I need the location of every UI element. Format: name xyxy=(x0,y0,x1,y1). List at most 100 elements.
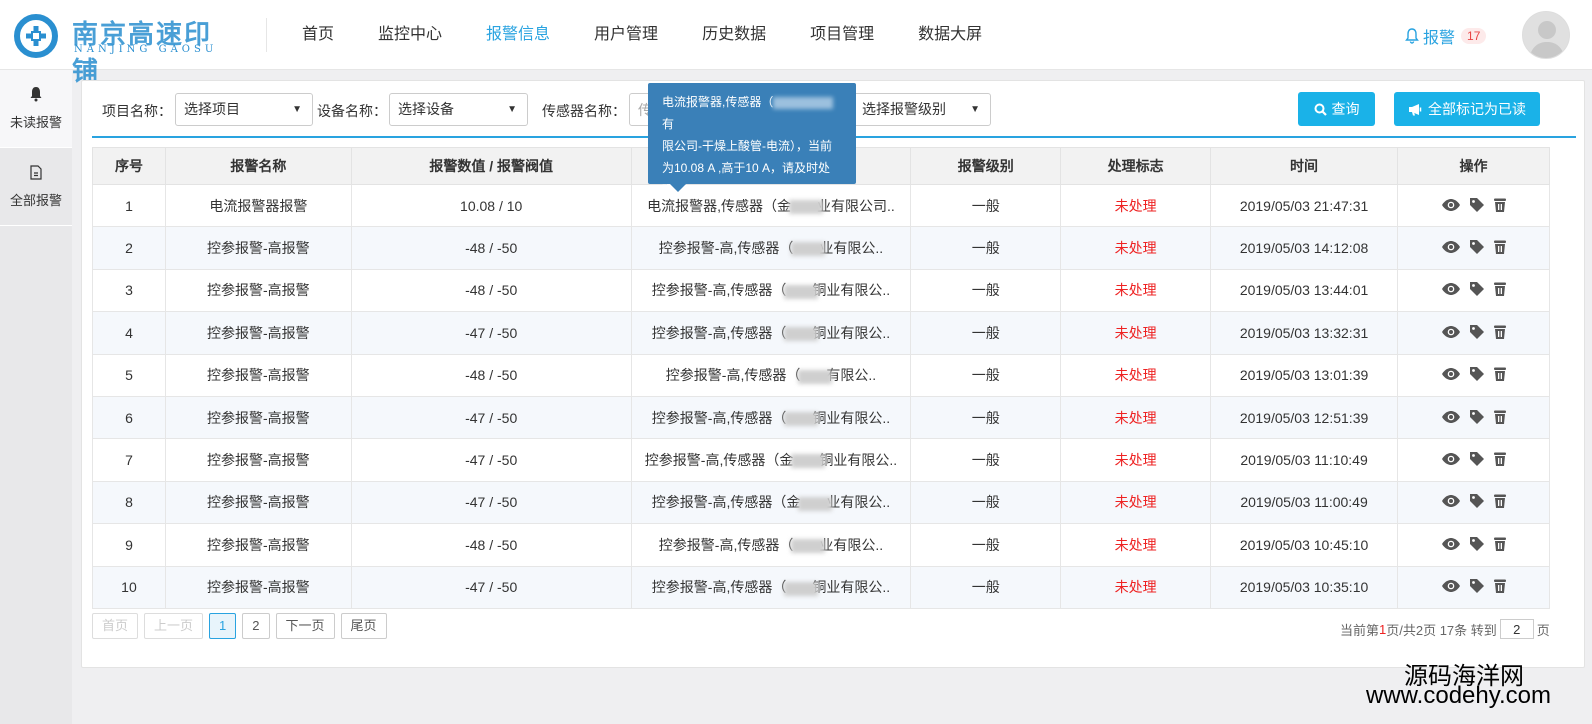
row-alarm-desc[interactable]: 控参报警-高,传感器（ 铜业有限公.. xyxy=(630,311,912,355)
col-header-actions: 操作 xyxy=(1397,147,1550,185)
nav-monitor[interactable]: 监控中心 xyxy=(356,0,464,70)
row-alarm-value: -47 / -50 xyxy=(350,311,632,355)
view-eye-icon[interactable] xyxy=(1441,282,1461,296)
tag-icon[interactable] xyxy=(1469,366,1485,382)
row-alarm-desc[interactable]: 控参报警-高,传感器（ 铜业有限公.. xyxy=(630,565,912,609)
view-eye-icon[interactable] xyxy=(1441,579,1461,593)
row-alarm-name: 控参报警-高报警 xyxy=(164,226,352,270)
view-eye-icon[interactable] xyxy=(1441,410,1461,424)
trash-icon[interactable] xyxy=(1493,281,1507,297)
row-status: 未处理 xyxy=(1060,268,1212,313)
tag-icon[interactable] xyxy=(1469,239,1485,255)
tag-icon[interactable] xyxy=(1469,493,1485,509)
row-alarm-value: -48 / -50 xyxy=(350,353,632,397)
view-eye-icon[interactable] xyxy=(1441,537,1461,551)
row-status: 未处理 xyxy=(1060,395,1212,440)
logo[interactable]: 南京高速印铺 NANJING GAOSU xyxy=(14,12,234,87)
project-select[interactable]: 选择项目 ▼ xyxy=(175,93,313,126)
row-level: 一般 xyxy=(910,565,1062,609)
page-2-button[interactable]: 2 xyxy=(242,613,270,639)
row-alarm-value: -47 / -50 xyxy=(350,480,632,525)
trash-icon[interactable] xyxy=(1493,324,1507,340)
trash-icon[interactable] xyxy=(1493,366,1507,382)
query-button[interactable]: 查询 xyxy=(1298,92,1375,126)
col-header-no: 序号 xyxy=(92,147,166,185)
tag-icon[interactable] xyxy=(1469,281,1485,297)
row-alarm-desc[interactable]: 控参报警-高,传感器（ 业有限公.. xyxy=(630,226,912,270)
sidebar-item-all[interactable]: 全部报警 xyxy=(0,148,72,226)
row-status: 未处理 xyxy=(1060,226,1212,270)
view-eye-icon[interactable] xyxy=(1441,198,1461,212)
row-alarm-desc[interactable]: 控参报警-高,传感器（ 业有限公.. xyxy=(630,523,912,567)
trash-icon[interactable] xyxy=(1493,493,1507,509)
alarm-link[interactable]: 报警 17 xyxy=(1405,24,1487,48)
row-time: 2019/05/03 13:44:01 xyxy=(1210,268,1398,313)
tag-icon[interactable] xyxy=(1469,409,1485,425)
row-alarm-value: -48 / -50 xyxy=(350,523,632,567)
row-no: 9 xyxy=(92,523,166,567)
view-eye-icon[interactable] xyxy=(1441,367,1461,381)
nav-users[interactable]: 用户管理 xyxy=(572,0,680,70)
tag-icon[interactable] xyxy=(1469,578,1485,594)
nav-alarms[interactable]: 报警信息 xyxy=(464,0,572,70)
pagination: 首页 上一页 1 2 下一页 尾页 xyxy=(92,613,387,639)
page-first-button[interactable]: 首页 xyxy=(92,613,139,639)
row-desc-pre: 控参报警-高,传感器（ xyxy=(651,282,787,299)
caret-down-icon: ▼ xyxy=(292,104,302,115)
mark-all-read-button[interactable]: 全部标记为已读 xyxy=(1394,92,1540,126)
row-alarm-desc[interactable]: 控参报警-高,传感器（ 铜业有限公.. xyxy=(630,268,912,313)
view-eye-icon[interactable] xyxy=(1441,240,1461,254)
tag-icon[interactable] xyxy=(1469,324,1485,340)
top-header: 南京高速印铺 NANJING GAOSU 首页 监控中心 报警信息 用户管理 历… xyxy=(0,0,1592,87)
row-time: 2019/05/03 10:45:10 xyxy=(1210,523,1398,567)
trash-icon[interactable] xyxy=(1493,409,1507,425)
row-desc-pre: 控参报警-高,传感器（ xyxy=(658,240,794,257)
redacted-block xyxy=(773,96,834,109)
view-eye-icon[interactable] xyxy=(1441,452,1461,466)
row-level: 一般 xyxy=(910,353,1062,397)
device-select[interactable]: 选择设备 ▼ xyxy=(389,93,528,126)
tag-icon[interactable] xyxy=(1469,536,1485,552)
watermark-url: www.codehy.com xyxy=(1366,682,1551,709)
nav-home[interactable]: 首页 xyxy=(280,0,356,70)
logo-subtext: NANJING GAOSU xyxy=(74,44,218,55)
row-actions xyxy=(1397,183,1550,228)
page-next-button[interactable]: 下一页 xyxy=(275,613,335,639)
tag-icon[interactable] xyxy=(1469,197,1485,213)
trash-icon[interactable] xyxy=(1493,239,1507,255)
row-no: 3 xyxy=(92,268,166,313)
tooltip-line1: 电流报警器,传感器（ xyxy=(662,95,774,109)
tooltip-line2: 限公司-干燥上酸管-电流），当前 xyxy=(662,139,832,153)
trash-icon[interactable] xyxy=(1493,536,1507,552)
row-alarm-value: -47 / -50 xyxy=(350,395,632,440)
row-desc-post: 铜业有限公.. xyxy=(812,324,891,341)
row-desc-pre: 控参报警-高,传感器（金 xyxy=(651,494,801,511)
row-desc-post: 业有限公.. xyxy=(819,240,884,257)
row-alarm-desc[interactable]: 控参报警-高,传感器（金 铜业有限公.. xyxy=(630,438,912,482)
row-alarm-desc[interactable]: 控参报警-高,传感器（ 有限公.. xyxy=(630,353,912,397)
row-status: 未处理 xyxy=(1060,311,1212,355)
trash-icon[interactable] xyxy=(1493,197,1507,213)
nav-history[interactable]: 历史数据 xyxy=(680,0,788,70)
row-alarm-desc[interactable]: 控参报警-高,传感器（ 铜业有限公.. xyxy=(630,395,912,440)
sidebar-item-unread[interactable]: 未读报警 xyxy=(0,70,72,148)
row-actions xyxy=(1397,268,1550,313)
tag-icon[interactable] xyxy=(1469,451,1485,467)
page-prev-button[interactable]: 上一页 xyxy=(144,613,204,639)
table-row: 9 控参报警-高报警 -48 / -50 控参报警-高,传感器（ 业有限公.. 一般 未处理… xyxy=(92,523,1550,567)
view-eye-icon[interactable] xyxy=(1441,325,1461,339)
nav-projects[interactable]: 项目管理 xyxy=(788,0,896,70)
row-actions xyxy=(1397,395,1550,440)
header-divider xyxy=(266,18,267,52)
level-select[interactable]: 选择报警级别 ▼ xyxy=(853,93,991,126)
row-alarm-name: 控参报警-高报警 xyxy=(164,438,352,482)
goto-page-input[interactable] xyxy=(1499,619,1534,639)
nav-dashboard[interactable]: 数据大屏 xyxy=(896,0,1004,70)
trash-icon[interactable] xyxy=(1493,578,1507,594)
row-alarm-desc[interactable]: 控参报警-高,传感器（金 业有限公.. xyxy=(630,480,912,525)
page-last-button[interactable]: 尾页 xyxy=(340,613,387,639)
avatar[interactable] xyxy=(1522,11,1570,59)
page-1-button[interactable]: 1 xyxy=(209,613,237,639)
view-eye-icon[interactable] xyxy=(1441,494,1461,508)
trash-icon[interactable] xyxy=(1493,451,1507,467)
